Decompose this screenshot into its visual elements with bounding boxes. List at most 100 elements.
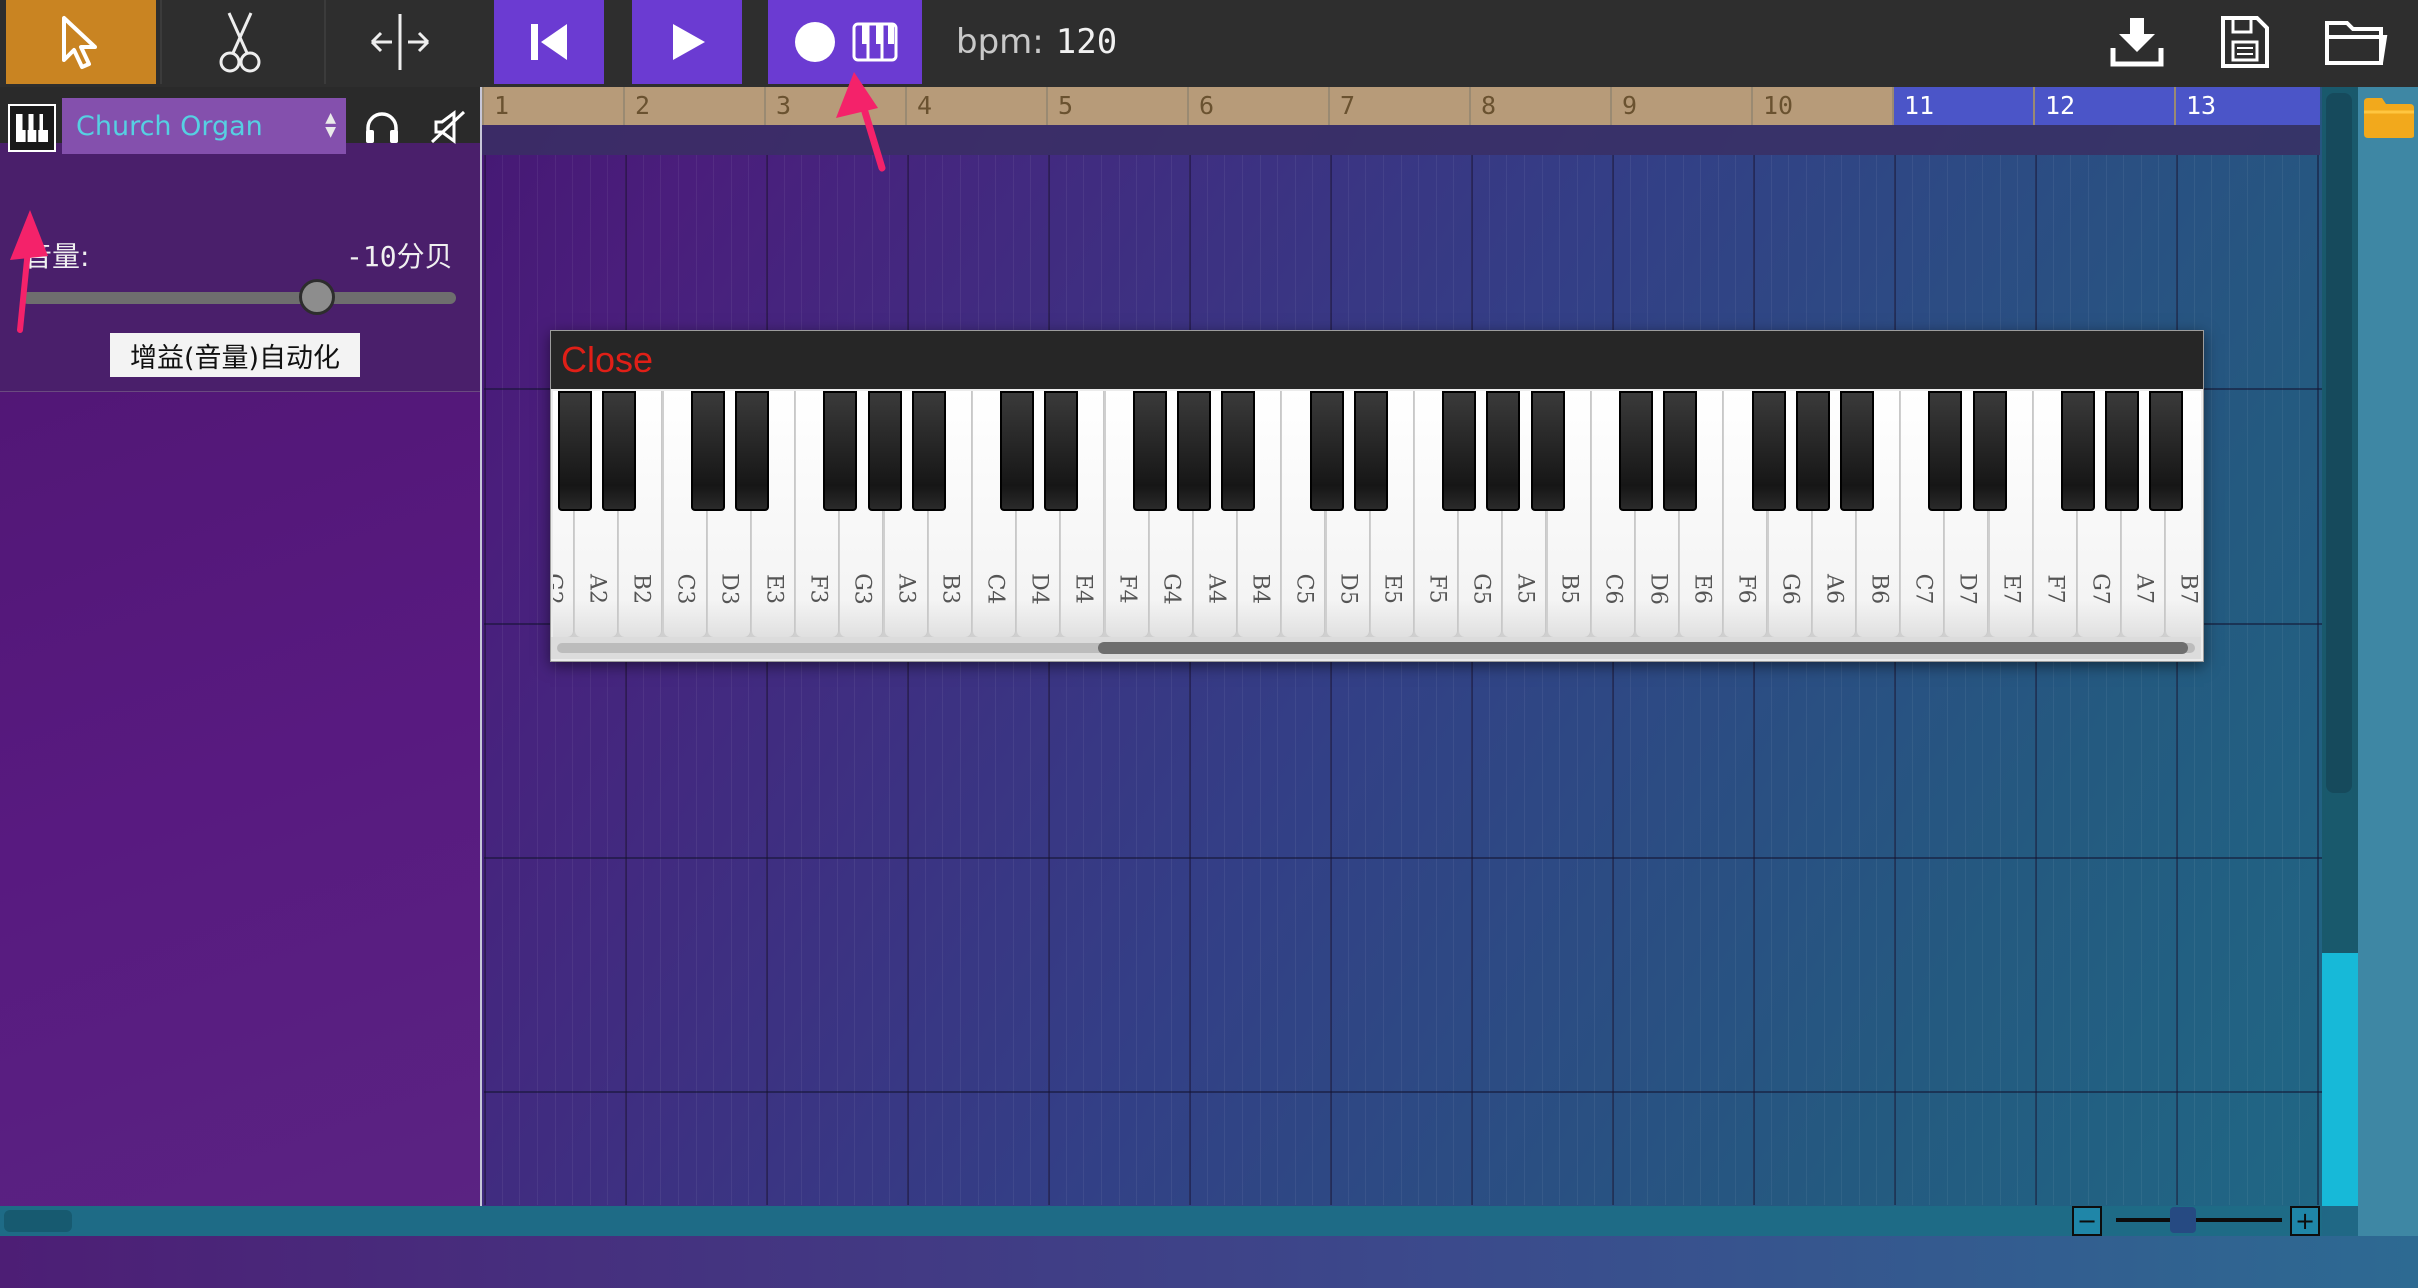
grid-subdivision-line [1382, 155, 1384, 1205]
ruler-bar-4[interactable]: 4 [905, 87, 1046, 125]
record-icon[interactable] [792, 19, 838, 65]
volume-slider-track[interactable] [22, 292, 456, 304]
ruler-bar-10[interactable]: 10 [1751, 87, 1892, 125]
piano-key-label: G3 [849, 573, 875, 605]
export-button[interactable] [2100, 0, 2174, 84]
track-keyboard-toggle-button[interactable] [8, 104, 56, 152]
horizontal-scrollbar-thumb[interactable] [4, 1210, 72, 1232]
piano-key-F#4[interactable] [1132, 391, 1167, 511]
grid-subdivision-line [959, 155, 961, 1205]
bpm-value[interactable]: 120 [1056, 22, 1117, 62]
grid-subdivision-line [1576, 155, 1578, 1205]
grid-subdivision-line [2246, 155, 2248, 1205]
ruler-bar-2[interactable]: 2 [623, 87, 764, 125]
piano-key-D#5[interactable] [1353, 391, 1388, 511]
grid-subdivision-line [1999, 155, 2001, 1205]
piano-key-F#7[interactable] [2061, 391, 2095, 511]
ruler-bar-1[interactable]: 1 [482, 87, 623, 125]
piano-key-C#3[interactable] [690, 391, 725, 511]
grid-subdivision-line [607, 155, 609, 1205]
piano-key-A#6[interactable] [1840, 391, 1874, 511]
piano-key-D#7[interactable] [1972, 391, 2007, 511]
piano-key-G#6[interactable] [1795, 391, 1830, 511]
grid-subdivision-line [589, 155, 591, 1205]
volume-value: -10分贝 [346, 240, 453, 273]
ruler-bar-6[interactable]: 6 [1187, 87, 1328, 125]
ruler-bar-3[interactable]: 3 [764, 87, 905, 125]
piano-key-G#2[interactable] [558, 391, 593, 511]
vertical-scrollbar-lower-region [2322, 953, 2358, 1206]
cursor-icon [62, 16, 97, 69]
folder-icon[interactable] [2362, 96, 2416, 140]
mute-button[interactable] [424, 103, 472, 151]
piano-key-label: B5 [1556, 573, 1582, 605]
piano-key-label: D5 [1335, 573, 1361, 605]
zoom-slider-handle[interactable] [2170, 1207, 2196, 1233]
piano-key-F#6[interactable] [1751, 391, 1786, 511]
piano-key-A#3[interactable] [911, 391, 946, 511]
split-tool-button[interactable] [330, 0, 470, 84]
zoom-slider-track[interactable] [2116, 1218, 2282, 1222]
pointer-tool-button[interactable] [6, 0, 156, 84]
horizontal-scrollbar[interactable] [0, 1206, 2322, 1236]
piano-key-G#3[interactable] [867, 391, 902, 511]
piano-key-D#6[interactable] [1663, 391, 1698, 511]
grid-subdivision-line [889, 155, 891, 1205]
piano-key-D#4[interactable] [1044, 391, 1079, 511]
skip-to-start-button[interactable] [494, 0, 604, 84]
piano-key-D#3[interactable] [735, 391, 769, 511]
vertical-scrollbar[interactable] [2322, 87, 2358, 1206]
close-keyboard-button[interactable]: Close [561, 331, 653, 389]
volume-slider-handle[interactable] [299, 279, 336, 315]
piano-key-A#7[interactable] [2149, 391, 2184, 511]
grid-track-line [484, 1091, 2322, 1093]
arrangement-grid[interactable] [484, 155, 2322, 1205]
ruler-bar-12[interactable]: 12 [2033, 87, 2174, 125]
grid-bar-line [907, 155, 909, 1205]
piano-key-G#5[interactable] [1486, 391, 1521, 511]
instrument-select[interactable]: Church Organ ▲ ▼ [62, 98, 346, 154]
piano-key-C#6[interactable] [1619, 391, 1653, 511]
grid-subdivision-line [1259, 155, 1261, 1205]
piano-key-label: C3 [672, 573, 698, 605]
piano-key-C#4[interactable] [1000, 391, 1035, 511]
piano-key-A#5[interactable] [1530, 391, 1565, 511]
select-arrows-icon: ▲ ▼ [325, 110, 336, 140]
ruler-bar-8[interactable]: 8 [1469, 87, 1610, 125]
grid-subdivision-line [730, 155, 732, 1205]
timeline-marker-strip[interactable] [482, 125, 2320, 155]
piano-key-C#7[interactable] [1928, 391, 1963, 511]
keyboard-scrollbar[interactable] [551, 637, 2201, 659]
piano-key-G#7[interactable] [2105, 391, 2140, 511]
grid-bar-line [625, 155, 627, 1205]
solo-button[interactable] [358, 103, 406, 151]
grid-bar-line [1189, 155, 1191, 1205]
ruler-bar-5[interactable]: 5 [1046, 87, 1187, 125]
piano-key-G#4[interactable] [1177, 391, 1211, 511]
zoom-out-button[interactable]: − [2072, 1206, 2102, 1236]
zoom-in-button[interactable]: + [2290, 1206, 2320, 1236]
play-button[interactable] [632, 0, 742, 84]
save-button[interactable] [2208, 0, 2282, 84]
ruler-bar-11[interactable]: 11 [1892, 87, 2033, 125]
gain-automation-button[interactable]: 增益(音量)自动化 [110, 333, 360, 377]
vertical-scrollbar-thumb[interactable] [2326, 93, 2352, 793]
bpm-display[interactable]: bpm: 120 [956, 0, 1117, 84]
keyboard-scrollbar-thumb[interactable] [1097, 642, 2188, 654]
ruler-bar-13[interactable]: 13 [2174, 87, 2320, 125]
grid-subdivision-line [836, 155, 838, 1205]
grid-subdivision-line [1012, 155, 1014, 1205]
cut-tool-button[interactable] [170, 0, 310, 84]
virtual-keyboard-popup: Close G2 A2 B2 C3 D3 E3 F3 G3 A3 B3 C4 D4 E4 F4 G4 A4 B4… [550, 330, 2204, 662]
ruler-bar-9[interactable]: 9 [1610, 87, 1751, 125]
piano-key-A#4[interactable] [1221, 391, 1256, 511]
virtual-keyboard-button-icon[interactable] [852, 22, 898, 62]
piano-key-F#3[interactable] [823, 391, 858, 511]
open-folder-button[interactable] [2316, 0, 2396, 84]
ruler-bar-7[interactable]: 7 [1328, 87, 1469, 125]
piano-key-A#2[interactable] [602, 391, 637, 511]
timeline-ruler[interactable]: 1 2 3 4 5 6 7 8 9 10 11 12 13 [482, 87, 2320, 125]
grid-subdivision-line [642, 155, 644, 1205]
piano-key-C#5[interactable] [1309, 391, 1344, 511]
piano-key-F#5[interactable] [1442, 391, 1477, 511]
